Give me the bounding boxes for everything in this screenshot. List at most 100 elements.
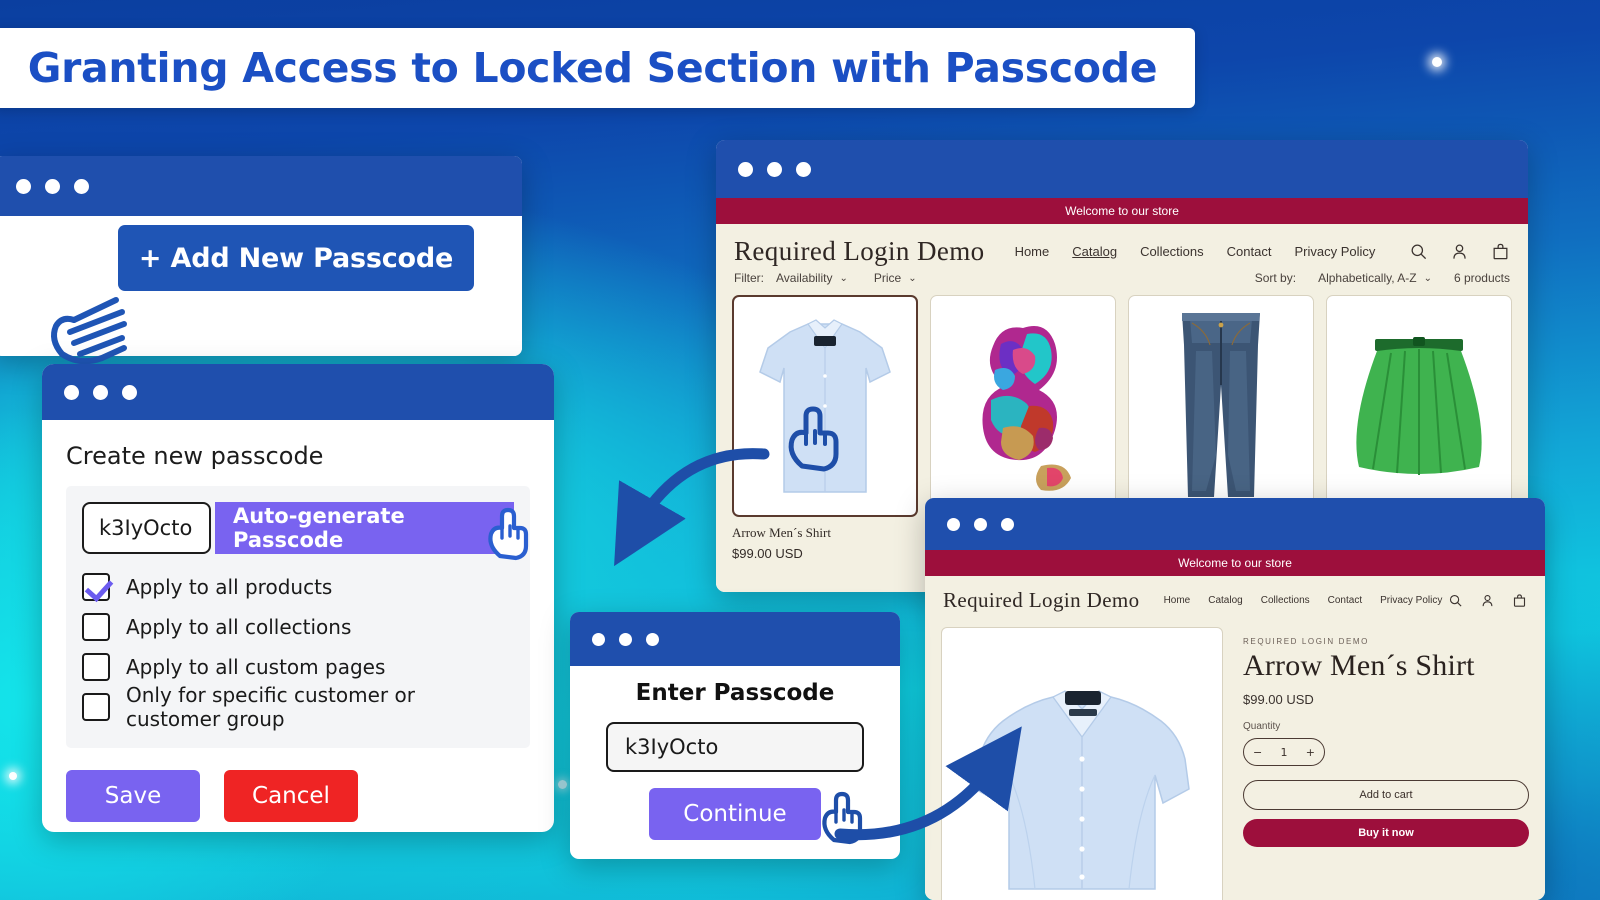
buy-it-now-button[interactable]: Buy it now: [1243, 819, 1529, 847]
product-detail-image[interactable]: [941, 627, 1223, 900]
nav-item-contact[interactable]: Contact: [1227, 244, 1272, 259]
store-filter-row: Filter: Availability ⌄ Price ⌄ Sort by: …: [716, 267, 1528, 285]
cart-icon[interactable]: [1512, 593, 1527, 608]
option-row-apply-all-products[interactable]: Apply to all products: [82, 570, 514, 604]
window-dot-icon[interactable]: [767, 161, 782, 177]
account-icon[interactable]: [1450, 242, 1469, 261]
window-dot-icon[interactable]: [64, 384, 79, 400]
quantity-value: 1: [1280, 745, 1288, 759]
window-body: Enter Passcode k3IyOcto Continue: [570, 666, 900, 840]
skirt-image: [1356, 337, 1482, 475]
option-row-apply-all-custom-pages[interactable]: Apply to all custom pages: [82, 650, 514, 684]
option-label: Apply to all collections: [126, 615, 352, 639]
option-label: Only for specific customer or customer g…: [126, 683, 415, 731]
passcode-entry-input[interactable]: k3IyOcto: [606, 722, 864, 772]
chevron-down-icon: ⌄: [839, 272, 848, 284]
store-brand[interactable]: Required Login Demo: [734, 236, 985, 267]
option-row-specific-customer[interactable]: Only for specific customer or customer g…: [82, 683, 514, 731]
window-chrome: [925, 498, 1545, 550]
store-header-icons: [1448, 593, 1527, 608]
nav-item-collections[interactable]: Collections: [1261, 595, 1310, 606]
window-dot-icon[interactable]: [947, 517, 960, 531]
search-icon[interactable]: [1448, 593, 1463, 608]
window-dot-icon[interactable]: [93, 384, 108, 400]
store-header: Required Login Demo Home Catalog Collect…: [925, 576, 1545, 613]
account-icon[interactable]: [1480, 593, 1495, 608]
product-image[interactable]: [732, 295, 918, 517]
product-image[interactable]: [930, 295, 1116, 515]
window-dot-icon[interactable]: [122, 384, 137, 400]
nav-item-contact[interactable]: Contact: [1328, 595, 1362, 606]
product-image[interactable]: [1326, 295, 1512, 515]
filter-availability[interactable]: Availability ⌄: [776, 271, 848, 285]
checkbox-icon[interactable]: [82, 693, 110, 721]
search-icon[interactable]: [1409, 242, 1428, 261]
window-chrome: [0, 156, 522, 216]
checkbox-checked-icon[interactable]: [82, 573, 110, 601]
page-title-card: Granting Access to Locked Section with P…: [0, 28, 1195, 108]
filter-price[interactable]: Price ⌄: [874, 271, 917, 285]
passcode-input[interactable]: k3IyOcto: [82, 502, 212, 554]
auto-generate-passcode-button[interactable]: Auto-generate Passcode: [215, 502, 514, 554]
product-name[interactable]: Arrow Men´s Shirt: [732, 525, 918, 541]
cart-icon[interactable]: [1491, 242, 1510, 261]
store-header: Required Login Demo Home Catalog Collect…: [716, 224, 1528, 267]
product-detail-title: Arrow Men´s Shirt: [1243, 649, 1475, 682]
window-chrome: [716, 140, 1528, 198]
save-button[interactable]: Save: [66, 770, 200, 822]
window-dot-icon[interactable]: [796, 161, 811, 177]
create-passcode-panel: k3IyOcto Auto-generate Passcode Apply to…: [66, 486, 530, 748]
window-dot-icon[interactable]: [646, 632, 659, 646]
jeans-image: [1182, 313, 1260, 497]
chevron-down-icon: ⌄: [1423, 272, 1432, 284]
store-announcement-bar: Welcome to our store: [716, 198, 1528, 224]
store-page: Required Login Demo Home Catalog Collect…: [925, 576, 1545, 900]
checkbox-icon[interactable]: [82, 613, 110, 641]
window-dot-icon[interactable]: [974, 517, 987, 531]
cancel-button[interactable]: Cancel: [224, 770, 358, 822]
nav-item-privacy-policy[interactable]: Privacy Policy: [1294, 244, 1375, 259]
window-body: Create new passcode k3IyOcto Auto-genera…: [42, 420, 554, 822]
passcode-input-row: k3IyOcto Auto-generate Passcode: [82, 502, 514, 554]
add-to-cart-button[interactable]: Add to cart: [1243, 780, 1529, 810]
store-sort-area: Sort by: Alphabetically, A-Z ⌄ 6 product…: [1255, 271, 1510, 285]
nav-item-catalog[interactable]: Catalog: [1072, 244, 1117, 259]
product-card[interactable]: Arrow Men´s Shirt $99.00 USD: [732, 295, 918, 561]
enter-passcode-heading: Enter Passcode: [635, 680, 835, 706]
window-dot-icon[interactable]: [74, 178, 89, 194]
window-dot-icon[interactable]: [592, 632, 605, 646]
checkbox-icon[interactable]: [82, 653, 110, 681]
sort-label: Sort by:: [1254, 271, 1297, 285]
continue-button[interactable]: Continue: [649, 788, 821, 840]
add-new-passcode-button[interactable]: + Add New Passcode: [118, 225, 474, 291]
shirt-image: [759, 319, 891, 493]
option-row-apply-all-collections[interactable]: Apply to all collections: [82, 610, 514, 644]
product-detail-info: REQUIRED LOGIN DEMO Arrow Men´s Shirt $9…: [1243, 627, 1529, 900]
product-vendor: REQUIRED LOGIN DEMO: [1243, 637, 1369, 646]
quantity-stepper[interactable]: − 1 +: [1243, 738, 1325, 766]
window-chrome: [42, 364, 554, 420]
product-detail-price: $99.00 USD: [1243, 692, 1314, 707]
nav-item-home[interactable]: Home: [1164, 595, 1191, 606]
nav-item-home[interactable]: Home: [1015, 244, 1050, 259]
window-dot-icon[interactable]: [45, 178, 60, 194]
store-announcement-bar: Welcome to our store: [925, 550, 1545, 576]
window-dot-icon[interactable]: [738, 161, 753, 177]
nav-item-catalog[interactable]: Catalog: [1208, 595, 1242, 606]
product-image[interactable]: [1128, 295, 1314, 515]
window-dot-icon[interactable]: [619, 632, 632, 646]
quantity-increase-button[interactable]: +: [1306, 746, 1315, 759]
quantity-decrease-button[interactable]: −: [1253, 746, 1262, 759]
filter-price-label: Price: [873, 271, 902, 285]
chevron-down-icon: ⌄: [908, 272, 917, 284]
sort-select[interactable]: Alphabetically, A-Z ⌄: [1318, 271, 1432, 285]
window-dot-icon[interactable]: [1001, 517, 1014, 531]
shirt-image: [974, 690, 1190, 890]
nav-item-collections[interactable]: Collections: [1140, 244, 1204, 259]
nav-item-privacy-policy[interactable]: Privacy Policy: [1380, 595, 1442, 606]
option-label: Apply to all products: [126, 575, 333, 599]
product-price: $99.00 USD: [732, 546, 803, 561]
window-product-detail: Welcome to our store Required Login Demo…: [925, 498, 1545, 900]
store-brand[interactable]: Required Login Demo: [943, 588, 1140, 613]
window-dot-icon[interactable]: [16, 178, 31, 194]
